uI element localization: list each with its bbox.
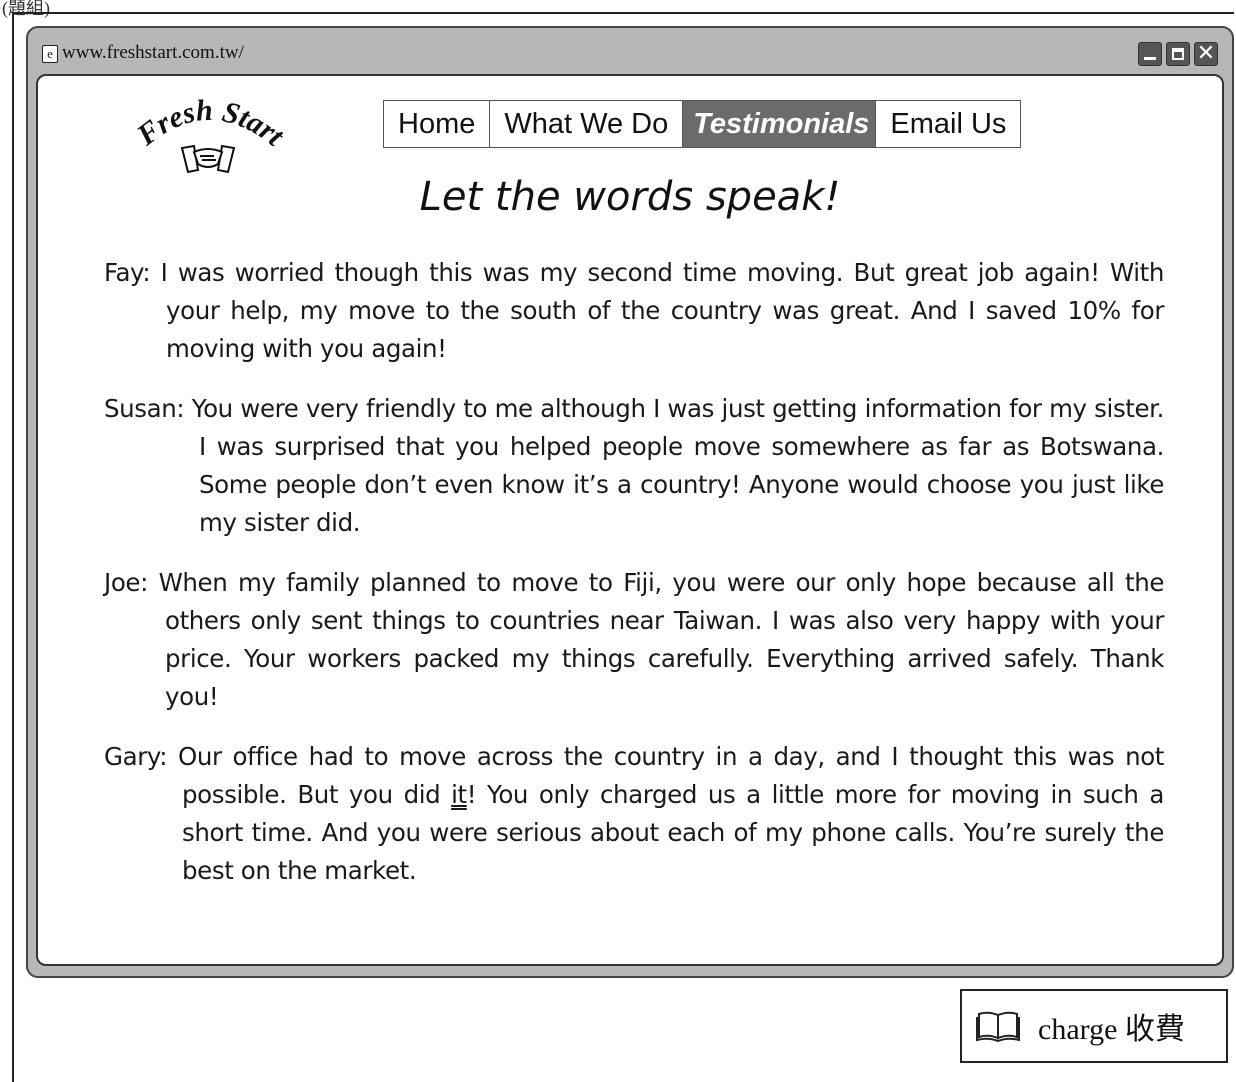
browser-window: e www.freshstart.com.tw/ ✕ Fresh Start H… xyxy=(26,26,1234,978)
testimonial-text: When my family planned to move to Fiji, … xyxy=(158,568,1165,711)
testimonial-text: I was worried though this was my second … xyxy=(160,258,1165,363)
minimize-icon[interactable] xyxy=(1138,42,1162,66)
handshake-icon xyxy=(180,144,236,174)
site-nav: Home What We Do Testimonials Email Us xyxy=(383,100,1022,148)
address-url[interactable]: www.freshstart.com.tw/ xyxy=(62,42,244,64)
testimonial-susan: Susan: You were very friendly to me alth… xyxy=(104,390,1164,542)
nav-home[interactable]: Home xyxy=(384,101,491,147)
maximize-icon[interactable] xyxy=(1166,42,1190,66)
underlined-word: it xyxy=(451,780,467,809)
close-icon[interactable]: ✕ xyxy=(1194,42,1218,66)
testimonial-fay: Fay: I was worried though this was my se… xyxy=(104,254,1164,368)
testimonial-name: Susan: xyxy=(104,394,185,423)
glossary-box: charge 收費 xyxy=(960,989,1228,1063)
testimonial-gary: Gary: Our office had to move across the … xyxy=(104,738,1164,890)
fresh-start-logo[interactable]: Fresh Start xyxy=(118,90,298,180)
nav-email-us[interactable]: Email Us xyxy=(876,101,1020,147)
logo-text: Fresh Start xyxy=(130,94,291,154)
glossary-text: charge 收費 xyxy=(1038,1013,1185,1046)
nav-what-we-do[interactable]: What We Do xyxy=(490,101,684,147)
nav-testimonials[interactable]: Testimonials xyxy=(683,101,877,147)
testimonials-list: Fay: I was worried though this was my se… xyxy=(104,254,1164,912)
testimonial-name: Fay: xyxy=(104,258,151,287)
window-controls: ✕ xyxy=(1138,42,1218,66)
page-headline: Let the words speak! xyxy=(419,174,841,220)
book-icon xyxy=(976,1011,1020,1043)
testimonial-name: Gary: xyxy=(104,742,168,771)
testimonial-joe: Joe: When my family planned to move to F… xyxy=(104,564,1164,716)
browser-e-icon: e xyxy=(42,45,58,63)
testimonial-name: Joe: xyxy=(104,568,148,597)
browser-titlebar: e www.freshstart.com.tw/ ✕ xyxy=(28,28,1232,74)
web-page-content: Fresh Start Home What We Do Testimonials… xyxy=(36,74,1224,966)
testimonial-text: You were very friendly to me although I … xyxy=(191,394,1165,537)
logo-svg: Fresh Start xyxy=(130,94,291,174)
